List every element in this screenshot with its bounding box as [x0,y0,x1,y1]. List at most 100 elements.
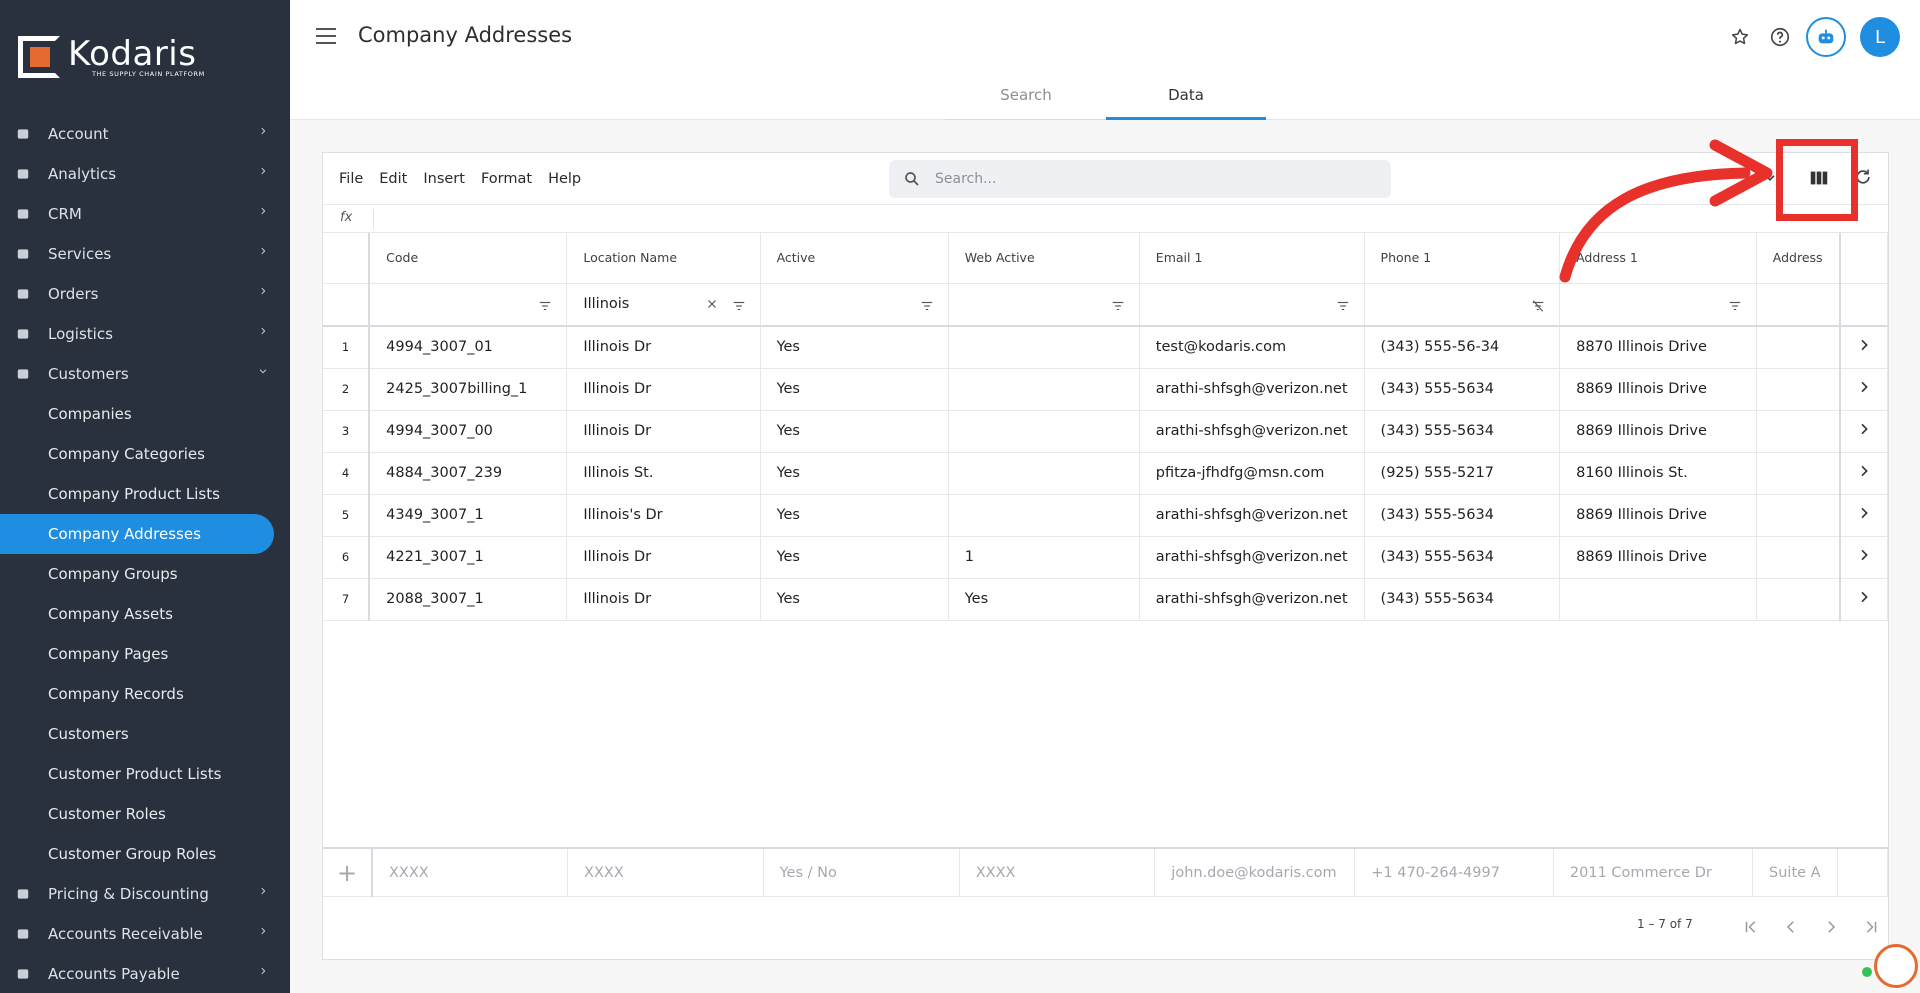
column-header[interactable]: Web Active [948,233,1140,284]
table-cell[interactable]: (925) 555-5217 [1364,452,1561,495]
open-row-button[interactable] [1838,326,1888,369]
menu-icon[interactable] [316,28,336,44]
table-cell[interactable] [1756,368,1841,411]
table-cell[interactable] [948,452,1140,495]
table-cell[interactable]: Illinois St. [566,452,761,495]
sidebar-subitem-company-records[interactable]: Company Records [0,674,290,714]
sidebar-subitem-customer-roles[interactable]: Customer Roles [0,794,290,834]
table-cell[interactable]: 8869 Illinois Drive [1559,410,1757,453]
new-row-input[interactable]: Yes / No [763,849,960,897]
clear-filter-icon[interactable] [706,298,718,310]
first-page-icon[interactable] [1731,915,1771,939]
filter-icon[interactable] [1728,299,1742,311]
table-cell[interactable]: 4994_3007_00 [369,410,568,453]
new-row-input[interactable]: john.doe@kodaris.com [1154,849,1356,897]
sidebar-subitem-companies[interactable]: Companies [0,394,290,434]
prev-page-icon[interactable] [1771,915,1811,939]
table-row[interactable]: 5 4349_3007_1 Illinois's Dr Yes arathi-shfsg… [323,494,1888,537]
table-cell[interactable]: arathi-shfsgh@verizon.net [1139,536,1365,579]
open-row-button[interactable] [1838,494,1888,537]
table-cell[interactable]: (343) 555-5634 [1364,368,1561,411]
table-cell[interactable]: Yes [760,368,949,411]
column-filter[interactable] [1139,283,1365,327]
table-cell[interactable] [1756,578,1841,621]
table-cell[interactable] [1756,452,1841,495]
column-filter[interactable]: Illinois [566,283,761,327]
table-row[interactable]: 1 4994_3007_01 Illinois Dr Yes test@kodaris.… [323,326,1888,369]
table-row[interactable]: 6 4221_3007_1 Illinois Dr Yes 1 arathi-shfsgh… [323,536,1888,579]
table-cell[interactable] [948,494,1140,537]
table-cell[interactable]: Yes [760,578,949,621]
table-cell[interactable] [1756,536,1841,579]
sidebar-item-analytics[interactable]: Analytics [0,154,290,194]
sidebar-item-customers[interactable]: Customers [0,354,290,394]
filter-icon[interactable] [732,299,746,311]
column-header[interactable]: Code [369,233,568,284]
table-cell[interactable]: (343) 555-56-34 [1364,326,1561,369]
table-cell[interactable]: 4221_3007_1 [369,536,568,579]
sidebar-subitem-company-addresses[interactable]: Company Addresses [0,514,274,554]
menu-file[interactable]: File [339,171,363,187]
table-cell[interactable]: Yes [760,494,949,537]
tab-search[interactable]: Search [946,72,1106,120]
open-row-button[interactable] [1838,368,1888,411]
sidebar-item-logistics[interactable]: Logistics [0,314,290,354]
table-cell[interactable]: 8160 Illinois St. [1559,452,1757,495]
column-filter[interactable] [948,283,1140,327]
sidebar-item-orders[interactable]: Orders [0,274,290,314]
column-header[interactable]: Email 1 [1139,233,1365,284]
table-cell[interactable] [948,368,1140,411]
sidebar-subitem-company-groups[interactable]: Company Groups [0,554,290,594]
table-cell[interactable]: Yes [760,536,949,579]
table-cell[interactable] [948,326,1140,369]
table-row[interactable]: 3 4994_3007_00 Illinois Dr Yes arathi-shfsgh… [323,410,1888,453]
table-cell[interactable]: arathi-shfsgh@verizon.net [1139,578,1365,621]
table-cell[interactable] [1756,494,1841,537]
sidebar-item-services[interactable]: Services [0,234,290,274]
table-cell[interactable]: 4884_3007_239 [369,452,568,495]
table-cell[interactable] [948,410,1140,453]
table-cell[interactable] [1559,578,1757,621]
table-cell[interactable]: arathi-shfsgh@verizon.net [1139,494,1365,537]
table-cell[interactable]: Illinois Dr [566,410,761,453]
filter-icon[interactable] [538,299,552,311]
table-cell[interactable]: 4349_3007_1 [369,494,568,537]
table-cell[interactable] [1756,410,1841,453]
open-row-button[interactable] [1838,452,1888,495]
table-cell[interactable]: Illinois Dr [566,326,761,369]
last-page-icon[interactable] [1851,915,1891,939]
sidebar-item-pricing-discounting[interactable]: Pricing & Discounting [0,874,290,914]
column-filter[interactable] [1559,283,1757,327]
table-cell[interactable]: Yes [760,410,949,453]
new-row-input[interactable]: XXXX [567,849,764,897]
table-cell[interactable]: 8869 Illinois Drive [1559,368,1757,411]
table-row[interactable]: 7 2088_3007_1 Illinois Dr Yes Yes arathi-shfs… [323,578,1888,621]
table-cell[interactable]: pfitza-jfhdfg@msn.com [1139,452,1365,495]
table-cell[interactable]: (343) 555-5634 [1364,578,1561,621]
table-cell[interactable]: test@kodaris.com [1139,326,1365,369]
sidebar-subitem-customer-group-roles[interactable]: Customer Group Roles [0,834,290,874]
table-cell[interactable]: Illinois Dr [566,578,761,621]
add-row-button[interactable]: + [323,849,373,897]
star-icon[interactable] [1728,25,1752,49]
column-filter[interactable] [760,283,949,327]
table-cell[interactable]: (343) 555-5634 [1364,410,1561,453]
sidebar-subitem-company-assets[interactable]: Company Assets [0,594,290,634]
user-avatar[interactable]: L [1860,17,1900,57]
tab-data[interactable]: Data [1106,72,1266,120]
filter-icon[interactable] [920,299,934,311]
filter-icon[interactable] [1336,299,1350,311]
column-header[interactable]: Active [760,233,949,284]
column-filter[interactable] [1756,283,1841,327]
table-cell[interactable]: (343) 555-5634 [1364,536,1561,579]
new-row-input[interactable]: XXXX [371,849,569,897]
table-cell[interactable]: 8869 Illinois Drive [1559,536,1757,579]
table-cell[interactable]: 1 [948,536,1140,579]
table-row[interactable]: 2 2425_3007billing_1 Illinois Dr Yes arathi-… [323,368,1888,411]
table-cell[interactable]: 8869 Illinois Drive [1559,494,1757,537]
table-cell[interactable]: 2425_3007billing_1 [369,368,568,411]
column-header[interactable]: Phone 1 [1364,233,1561,284]
table-cell[interactable]: Illinois Dr [566,368,761,411]
sidebar-subitem-customer-product-lists[interactable]: Customer Product Lists [0,754,290,794]
help-icon[interactable] [1768,25,1792,49]
